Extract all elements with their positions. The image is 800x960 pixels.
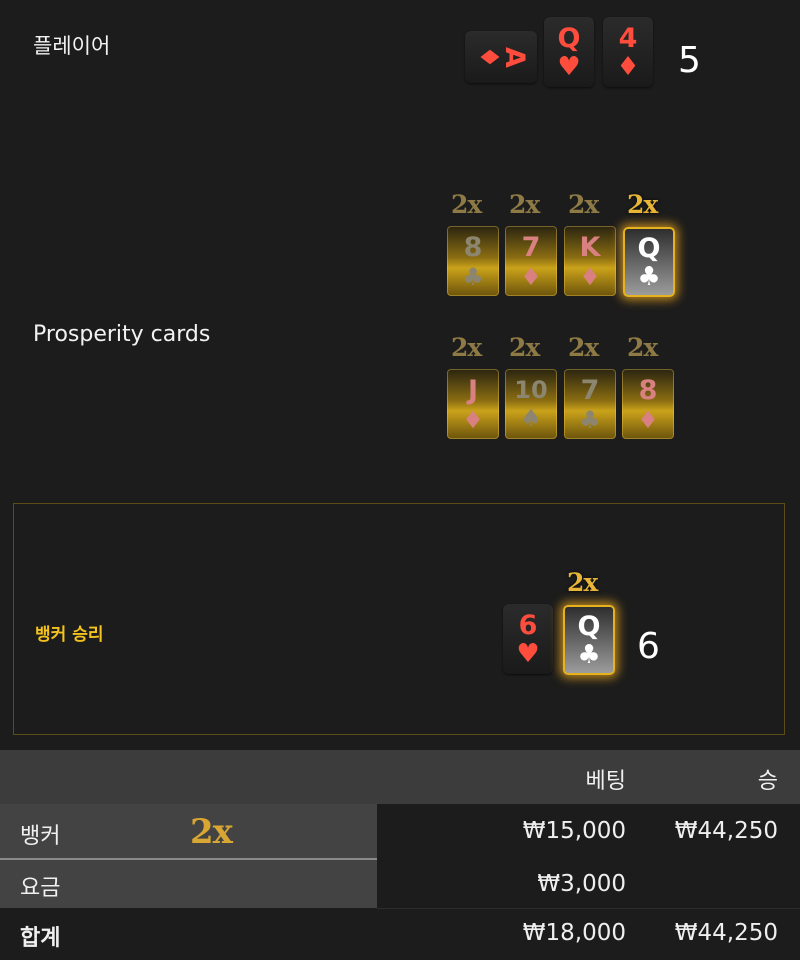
player-label: 플레이어 bbox=[33, 34, 111, 58]
row-label: 합계 bbox=[20, 926, 61, 951]
table-header: 베팅 승 bbox=[0, 750, 800, 804]
prosperity-card: J ♦ bbox=[447, 369, 499, 439]
prosperity-multiplier: 2x bbox=[627, 333, 658, 362]
table-row: 뱅커 2x ₩15,000 ₩44,250 bbox=[0, 804, 800, 860]
prosperity-card: 10 ♠ bbox=[505, 369, 557, 439]
prosperity-card: 8 ♦ bbox=[622, 369, 674, 439]
card-suit: ♦ bbox=[462, 405, 484, 434]
row-bet: ₩3,000 bbox=[537, 871, 626, 897]
card-suit: ♣ bbox=[462, 262, 484, 291]
bets-table: 베팅 승 뱅커 2x ₩15,000 ₩44,250 요금 ₩3,000 합계 … bbox=[0, 750, 800, 960]
card-suit: ♣ bbox=[579, 405, 601, 434]
card-suit: ♦ bbox=[579, 262, 601, 291]
prosperity-multiplier-active: 2x bbox=[627, 190, 658, 219]
card-rank: Q bbox=[637, 232, 661, 264]
card-rank: 10 bbox=[514, 376, 548, 404]
banker-card-multiplier: 2x bbox=[567, 568, 598, 597]
card-rank: 4 bbox=[618, 22, 638, 54]
player-card-3: 4 ♦ bbox=[603, 17, 653, 87]
prosperity-card: 7 ♣ bbox=[564, 369, 616, 439]
card-rank: 8 bbox=[638, 374, 658, 406]
card-suit: ♣ bbox=[577, 639, 601, 670]
row-label: 뱅커 bbox=[20, 824, 61, 849]
player-card-1: ♦ A bbox=[465, 31, 537, 83]
card-suit: ♣ bbox=[637, 261, 661, 292]
table-row-total: 합계 ₩18,000 ₩44,250 bbox=[0, 909, 800, 960]
prosperity-card-active: Q ♣ bbox=[623, 227, 675, 297]
card-suit: ♦ bbox=[520, 262, 542, 291]
card-suit: ♦ bbox=[473, 45, 504, 69]
header-win: 승 bbox=[757, 769, 778, 794]
game-result-panel: 플레이어 ♦ A Q ♥ 4 ♦ 5 2x 2x 2x 2x 8 ♣ 7 ♦ K… bbox=[0, 0, 800, 960]
card-suit: ♥ bbox=[516, 638, 540, 669]
card-rank: Q bbox=[577, 610, 601, 642]
row-bet: ₩15,000 bbox=[522, 818, 626, 844]
header-bet: 베팅 bbox=[585, 769, 626, 794]
row-multiplier: 2x bbox=[190, 812, 233, 852]
row-win: ₩44,250 bbox=[674, 920, 778, 946]
prosperity-multiplier: 2x bbox=[509, 333, 540, 362]
prosperity-card: K ♦ bbox=[564, 226, 616, 296]
table-row: 요금 ₩3,000 bbox=[0, 860, 800, 908]
card-rank: Q bbox=[557, 22, 581, 54]
card-rank: 8 bbox=[463, 231, 483, 263]
card-rank: 6 bbox=[518, 609, 538, 641]
card-rank: J bbox=[467, 374, 479, 406]
prosperity-label: Prosperity cards bbox=[33, 322, 211, 347]
row-bet: ₩18,000 bbox=[522, 920, 626, 946]
player-card-2: Q ♥ bbox=[544, 17, 594, 87]
banker-card-2: Q ♣ bbox=[563, 605, 615, 675]
card-rank: 7 bbox=[521, 231, 541, 263]
banker-card-1: 6 ♥ bbox=[503, 604, 553, 674]
prosperity-multiplier: 2x bbox=[451, 190, 482, 219]
row-win: ₩44,250 bbox=[674, 818, 778, 844]
banker-win-label: 뱅커 승리 bbox=[35, 625, 104, 645]
player-score: 5 bbox=[678, 40, 701, 81]
prosperity-card: 7 ♦ bbox=[505, 226, 557, 296]
card-rank: K bbox=[579, 231, 601, 263]
card-rank: 7 bbox=[580, 374, 600, 406]
prosperity-multiplier: 2x bbox=[568, 333, 599, 362]
card-suit: ♦ bbox=[616, 51, 640, 82]
card-rank: A bbox=[499, 46, 531, 68]
row-label: 요금 bbox=[20, 876, 61, 901]
card-suit: ♠ bbox=[520, 404, 542, 432]
card-suit: ♦ bbox=[637, 405, 659, 434]
prosperity-multiplier: 2x bbox=[509, 190, 540, 219]
banker-score: 6 bbox=[637, 626, 660, 667]
prosperity-multiplier: 2x bbox=[568, 190, 599, 219]
prosperity-multiplier: 2x bbox=[451, 333, 482, 362]
card-suit: ♥ bbox=[557, 51, 581, 82]
banker-result-box bbox=[13, 503, 785, 735]
prosperity-card: 8 ♣ bbox=[447, 226, 499, 296]
